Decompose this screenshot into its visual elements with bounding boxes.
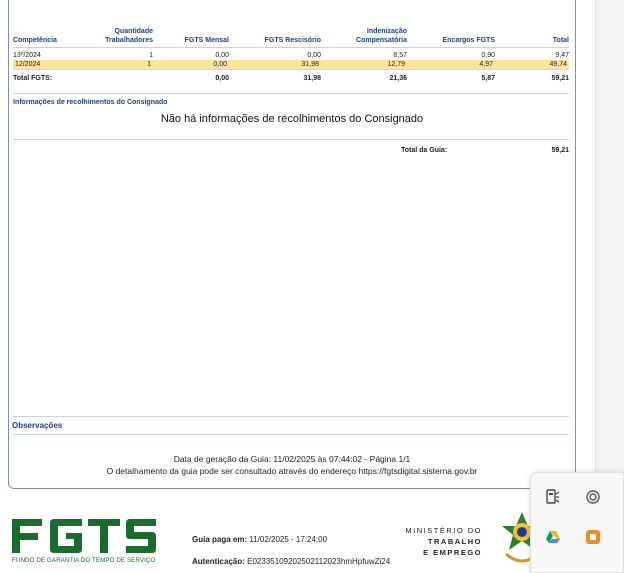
divider	[13, 139, 569, 140]
table-cell: 59,21	[495, 69, 569, 83]
ministry-line: TRABALHO	[427, 537, 482, 546]
table-row: 12/2024 1 0,00 31,98 12,79 4,97 49,74	[13, 60, 569, 70]
table-cell: 1	[149, 52, 153, 59]
table-cell: 31,98	[229, 60, 321, 70]
consignado-message: Não há informações de recolhimentos do C…	[160, 113, 424, 125]
total-label: Total FGTS:	[13, 69, 97, 83]
observacoes-title: Observações	[12, 421, 63, 430]
table-cell: 8,57	[393, 52, 407, 59]
table-cell: 31,98	[229, 69, 321, 83]
system-tray-popup	[530, 472, 624, 573]
google-drive-icon[interactable]	[543, 527, 563, 547]
logo-subtitle: FUNDO DE GARANTIA DO TEMPO DE SERVIÇO	[12, 557, 156, 564]
guia-total-value: 59,21	[551, 147, 569, 154]
device-icon[interactable]	[543, 487, 563, 507]
divider	[13, 416, 569, 417]
table-total-row: Total FGTS: 0,00 31,98 21,36 5,87 59,21	[13, 69, 569, 83]
col-fgts-rescisorio: FGTS Rescisório	[264, 37, 321, 44]
table-cell: 0,00	[153, 69, 229, 83]
table-cell: 12/2024	[13, 60, 97, 70]
table-cell: 13º/2024	[13, 52, 41, 59]
consignado-title: Informações de recolhimentos do Consigna…	[13, 99, 168, 106]
paid-label: Guia paga em:	[192, 535, 248, 544]
table-cell: 0,00	[307, 52, 321, 59]
col-quantidade: Quantidade Trabalhadores	[105, 28, 153, 44]
col-indenizacao: Indenização Compensatória	[356, 28, 407, 44]
table-cell: 5,87	[407, 69, 495, 83]
col-competencia: Competência	[13, 37, 57, 44]
table-cell	[97, 69, 153, 83]
table-cell: 49,74	[495, 60, 569, 70]
divider	[13, 93, 569, 94]
table-cell: 4,97	[407, 60, 495, 70]
wifi-icon[interactable]	[583, 487, 603, 507]
auth-value: E02335109202502112023hmHpfuwZi24	[247, 557, 391, 566]
orange-app-icon[interactable]	[583, 527, 603, 547]
paid-info: Guia paga em: 11/02/2025 - 17:24:00	[192, 535, 327, 544]
ministry-line: E EMPREGO	[423, 548, 482, 557]
col-total: Total	[552, 37, 569, 44]
paid-value: 11/02/2025 - 17:24:00	[249, 535, 328, 544]
table-cell: 1	[97, 60, 153, 70]
guia-document: Competência Quantidade Trabalhadores FGT…	[8, 0, 576, 489]
col-fgts-mensal: FGTS Mensal	[184, 37, 229, 44]
table-cell: 9,47	[555, 52, 569, 59]
auth-info: Autenticação: E02335109202502112023hmHpf…	[192, 557, 390, 566]
ministry-line: MINISTÉRIO DO	[405, 526, 482, 535]
col-encargos: Encargos FGTS	[442, 37, 495, 44]
auth-label: Autenticação:	[192, 557, 245, 566]
generation-date: Data de geração da Guia: 11/02/2025 às 0…	[173, 454, 411, 464]
table-cell: 0,00	[215, 52, 229, 59]
table-row: 13º/2024 1 0,00 0,00 8,57 0,90 9,47	[13, 48, 569, 61]
guia-total-label: Total da Guia:	[401, 147, 448, 154]
table-cell: 21,36	[321, 69, 407, 83]
ministry-name: MINISTÉRIO DO TRABALHO E EMPREGO	[404, 525, 482, 558]
divider	[13, 434, 569, 435]
table-cell: 0,00	[153, 60, 229, 70]
table-cell: 0,90	[481, 52, 495, 59]
consult-address: O detalhamento da guia pode ser consulta…	[106, 466, 478, 476]
fgts-table: Competência Quantidade Trabalhadores FGT…	[13, 27, 569, 83]
table-header-row: Competência Quantidade Trabalhadores FGT…	[13, 27, 569, 48]
table-cell: 12,79	[321, 60, 407, 70]
fgts-logo	[12, 519, 156, 553]
